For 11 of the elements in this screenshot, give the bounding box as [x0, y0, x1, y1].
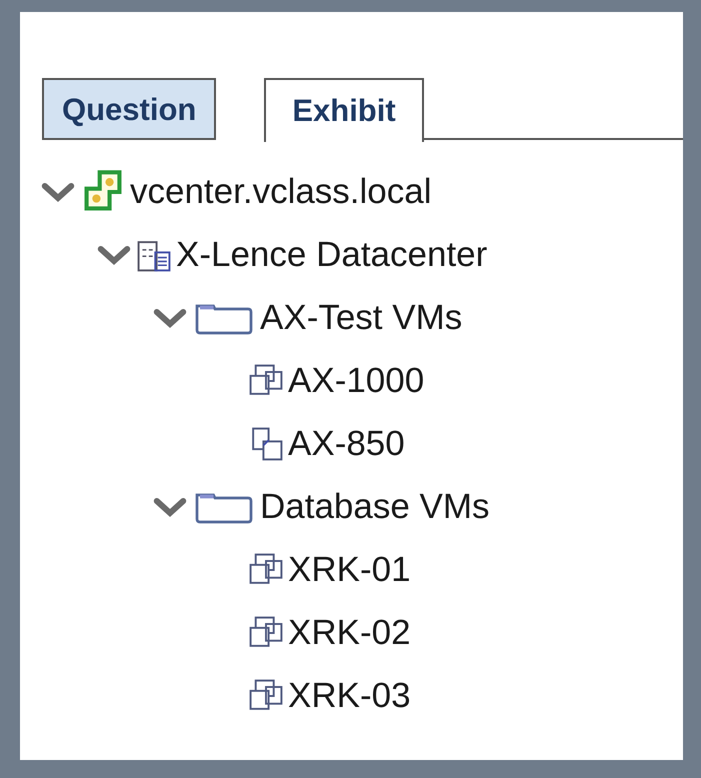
tree-item[interactable]: vcenter.vclass.local — [130, 172, 432, 212]
tree-item[interactable]: X-Lence Datacenter — [176, 234, 488, 274]
tree-item[interactable]: XRK-02 — [288, 612, 411, 652]
tree-item[interactable]: Database VMs — [260, 486, 490, 526]
tree-item[interactable]: AX-1000 — [288, 360, 424, 400]
tree-item[interactable]: XRK-03 — [288, 676, 411, 716]
tab[interactable]: Question — [42, 78, 216, 140]
tree-item[interactable]: AX-850 — [288, 424, 405, 464]
tree-item[interactable]: XRK-01 — [288, 550, 411, 590]
tree-item[interactable]: AX-Test VMs — [260, 298, 462, 338]
tab[interactable]: Exhibit — [264, 78, 424, 142]
